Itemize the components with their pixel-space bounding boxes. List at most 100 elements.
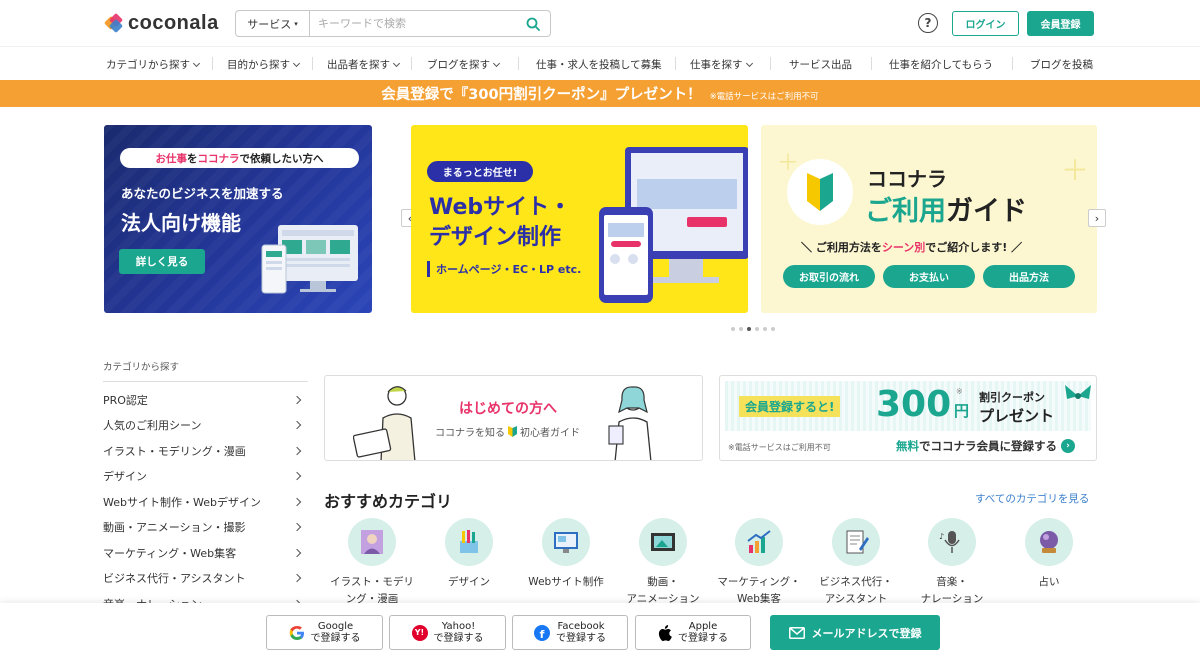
category-label: Webサイト制作: [528, 576, 604, 588]
category-label: デザイン: [448, 576, 490, 588]
facebook-signup-button[interactable]: f Facebook で登録する: [512, 615, 628, 650]
search-button[interactable]: [516, 11, 550, 36]
guide-sub-text: でご紹介します!: [925, 241, 1008, 254]
nav-post-blog[interactable]: ブログを投稿: [1030, 57, 1093, 72]
sidebar-item-label: PRO認定: [103, 393, 148, 407]
guide-flow-button[interactable]: お取引の流れ: [783, 265, 875, 288]
apple-signup-button[interactable]: Apple で登録する: [635, 615, 751, 650]
chevron-down-icon: [745, 59, 753, 67]
banner-details-button[interactable]: 詳しく見る: [119, 249, 205, 274]
first-time-guide-card[interactable]: はじめての方へ ココナラを知る 初心者ガイド: [324, 375, 703, 461]
sidebar-item-business[interactable]: ビジネス代行・アシスタント: [103, 566, 308, 592]
woman-illustration-icon: [608, 386, 652, 460]
guide-title-line2: ご利用ガイド: [865, 189, 1027, 228]
coconala-logo[interactable]: coconala: [103, 12, 219, 35]
nav-blogs[interactable]: ブログを探す: [427, 57, 501, 72]
carousel-next-button[interactable]: ›: [1088, 209, 1106, 227]
nav-label: サービス出品: [789, 59, 852, 71]
nav-find-job[interactable]: 仕事を探す: [690, 57, 753, 72]
yahoo-signup-button[interactable]: Y! Yahoo! で登録する: [389, 615, 506, 650]
nav-category[interactable]: カテゴリから探す: [106, 57, 201, 72]
facebook-icon: f: [534, 624, 550, 641]
category-video[interactable]: 動画・ アニメーション: [615, 518, 711, 608]
sidebar-item-pro[interactable]: PRO認定: [103, 387, 308, 413]
promo-text: 会員登録で『300円割引クーポン』プレゼント！: [381, 87, 702, 103]
coupon-card[interactable]: 会員登録すると! 300 円 ※ 割引クーポン プレゼント ※電話サービスはご利…: [719, 375, 1097, 461]
carousel-dot[interactable]: [763, 327, 767, 331]
category-music[interactable]: ♪ 音楽・ ナレーション: [904, 518, 1000, 608]
sidebar-item-video[interactable]: 動画・アニメーション・撮影: [103, 515, 308, 541]
carousel-dot[interactable]: [771, 327, 775, 331]
sidebar-item-marketing[interactable]: マーケティング・Web集客: [103, 540, 308, 566]
web-devices-illustration-icon: [599, 147, 748, 303]
see-all-categories-link[interactable]: すべてのカテゴリを見る: [975, 491, 1089, 506]
category-web[interactable]: Webサイト制作: [518, 518, 614, 591]
category-marketing[interactable]: マーケティング・ Web集客: [711, 518, 807, 608]
coupon-amount: 300: [876, 384, 952, 425]
global-nav: カテゴリから探す 目的から探す 出品者を探す ブログを探す 仕事・求人を投稿して…: [0, 46, 1200, 79]
coupon-note: ※電話サービスはご利用不可: [728, 443, 831, 452]
nav-purpose[interactable]: 目的から探す: [227, 57, 301, 72]
banner-usage-guide[interactable]: ココナラ ご利用ガイド ＼ ご利用方法をシーン別でご紹介します! ／ お取引の流…: [761, 125, 1097, 313]
carousel-dot[interactable]: [739, 327, 743, 331]
banner-pill: お仕事をココナラ で依頼したい方へ: [120, 148, 359, 168]
banner-tag: まるっとお任せ!: [427, 161, 533, 182]
nav-sellers[interactable]: 出品者を探す: [327, 57, 401, 72]
banner-corporate[interactable]: お仕事をココナラ で依頼したい方へ あなたのビジネスを加速する 法人向け機能 詳し…: [104, 125, 372, 313]
sidebar-item-label: デザイン: [103, 470, 147, 484]
guide-listing-button[interactable]: 出品方法: [983, 265, 1075, 288]
guide-payment-button[interactable]: お支払い: [883, 265, 975, 288]
carousel-dot-active[interactable]: [747, 327, 751, 331]
coupon-cta[interactable]: 無料 でココナラ会員に登録する ›: [896, 438, 1075, 454]
sidebar-item-illustration[interactable]: イラスト・モデリング・漫画: [103, 438, 308, 464]
carousel-dot[interactable]: [731, 327, 735, 331]
person-with-tablet-illustration-icon: [353, 386, 416, 460]
email-signup-label: メールアドレスで登録: [811, 626, 922, 640]
search-category-select[interactable]: サービス ▾: [236, 11, 310, 36]
banner-subtitle: ホームページ・EC・LP etc.: [427, 261, 581, 277]
promo-banner[interactable]: 会員登録で『300円割引クーポン』プレゼント！ ※電話サービスはご利用不可: [0, 80, 1200, 107]
category-business[interactable]: ビジネス代行・ アシスタント: [808, 518, 904, 608]
yahoo-signup-label: Yahoo! で登録する: [433, 620, 484, 644]
nav-label: 出品者を探す: [327, 59, 390, 71]
sidebar-item-design[interactable]: デザイン: [103, 464, 308, 490]
recommend-title: おすすめカテゴリ: [324, 492, 453, 511]
help-icon[interactable]: ?: [918, 13, 938, 33]
sidebar-item-label: 人気のご利用シーン: [103, 419, 202, 433]
email-signup-button[interactable]: メールアドレスで登録: [770, 615, 940, 650]
signup-button[interactable]: 会員登録: [1027, 11, 1094, 36]
banner-title: 法人向け機能: [121, 211, 241, 235]
first-time-title: はじめての方へ: [459, 401, 557, 417]
coupon-register-text: 会員登録すると!: [739, 396, 841, 417]
category-fortune[interactable]: 占い: [1001, 518, 1097, 591]
chevron-right-icon: [292, 472, 302, 481]
nav-post-job[interactable]: 仕事・求人を投稿して募集: [536, 57, 662, 72]
svg-text:♪: ♪: [939, 532, 944, 541]
nav-label: ブログを投稿: [1030, 59, 1093, 71]
nav-sell-service[interactable]: サービス出品: [789, 57, 852, 72]
chevron-right-icon: [292, 497, 302, 506]
sidebar-item-label: マーケティング・Web集客: [103, 546, 237, 560]
nav-referral[interactable]: 仕事を紹介してもらう: [889, 57, 993, 72]
business-icon: [832, 518, 880, 566]
category-illustration[interactable]: イラスト・モデリ ング・漫画: [324, 518, 420, 608]
search-input[interactable]: [310, 11, 516, 36]
first-time-subtitle: ココナラを知る 初心者ガイド: [435, 424, 580, 439]
site-header: coconala サービス ▾ ? ログイン 会員登録: [0, 0, 1200, 46]
illustration-icon: [348, 518, 396, 566]
music-icon: ♪: [928, 518, 976, 566]
first-time-sub-text: 初心者ガイド: [520, 428, 580, 439]
sparkle-icon: ＋: [1061, 154, 1090, 187]
nav-label: 目的から探す: [227, 59, 290, 71]
sidebar-item-popular[interactable]: 人気のご利用シーン: [103, 413, 308, 439]
category-design[interactable]: デザイン: [421, 518, 517, 591]
carousel-dot[interactable]: [755, 327, 759, 331]
sidebar-item-label: ビジネス代行・アシスタント: [103, 572, 246, 586]
banner-web-design[interactable]: まるっとお任せ! Webサイト・ デザイン制作 ホームページ・EC・LP etc…: [411, 125, 748, 313]
google-signup-button[interactable]: Google で登録する: [266, 615, 383, 650]
sidebar-item-web[interactable]: Webサイト制作・Webデザイン: [103, 489, 308, 515]
nav-divider: [518, 57, 519, 70]
fortune-icon: [1025, 518, 1073, 566]
login-button[interactable]: ログイン: [952, 11, 1019, 36]
chevron-down-icon: [492, 59, 501, 67]
